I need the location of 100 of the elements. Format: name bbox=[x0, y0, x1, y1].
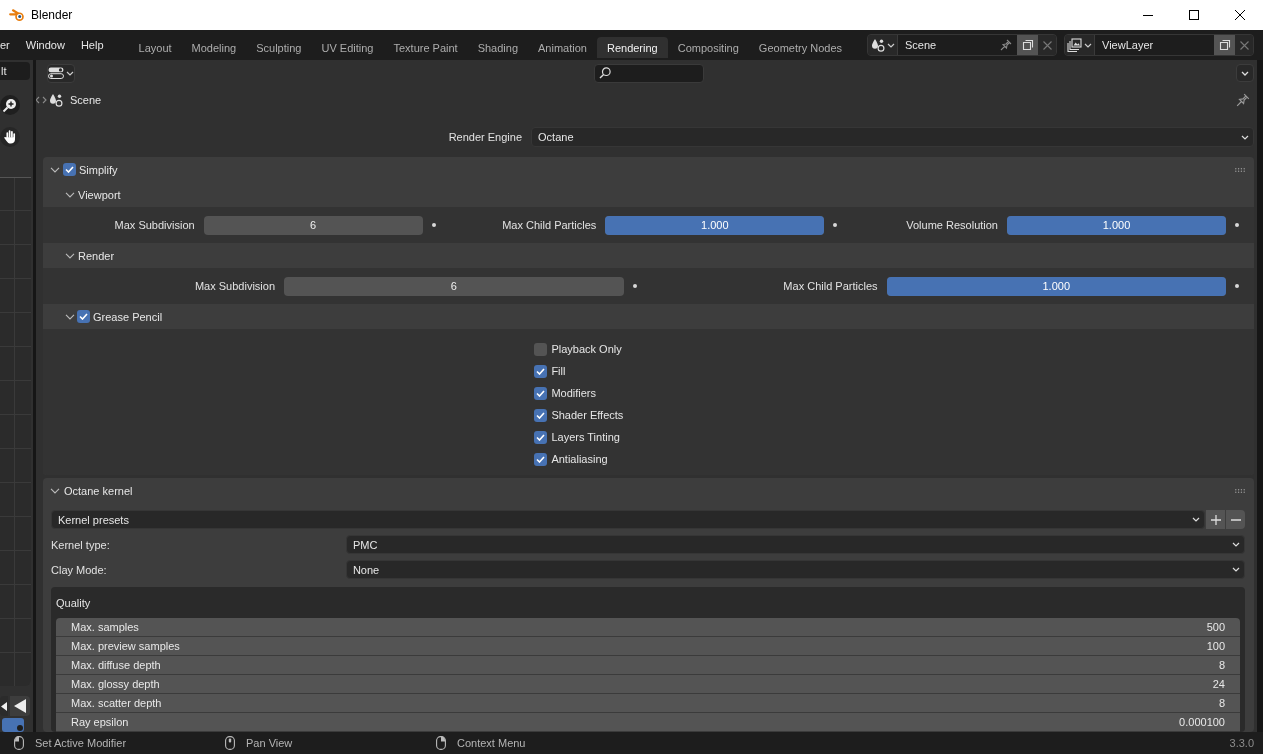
image-stack-icon bbox=[1067, 38, 1082, 52]
drag-handle-icon[interactable] bbox=[1235, 488, 1246, 493]
triangle-left-icon bbox=[14, 699, 26, 713]
mouse-middle-button-icon bbox=[225, 736, 235, 750]
checkbox-label[interactable]: Layers Tinting bbox=[551, 431, 620, 443]
checkbox[interactable] bbox=[77, 310, 90, 323]
view-layer-name-field[interactable]: ViewLayer bbox=[1095, 35, 1214, 55]
checkbox[interactable] bbox=[63, 163, 76, 176]
copy-button[interactable] bbox=[1017, 35, 1038, 55]
workspace-tab[interactable]: UV Editing bbox=[311, 37, 384, 58]
dropdown[interactable]: None bbox=[345, 560, 1245, 579]
search-icon bbox=[598, 67, 611, 79]
checkbox[interactable] bbox=[534, 430, 548, 444]
number-field[interactable]: Max. preview samples 100 bbox=[56, 637, 1240, 656]
dropdown-field[interactable]: lt bbox=[0, 62, 30, 80]
close-icon bbox=[1235, 10, 1245, 20]
status-hint: Set Active Modifier bbox=[35, 737, 127, 749]
add-preset-button[interactable] bbox=[1206, 510, 1225, 529]
checkbox-label[interactable]: Modifiers bbox=[551, 387, 596, 399]
workspace-tab[interactable]: Sculpting bbox=[246, 37, 312, 58]
minus-icon bbox=[1230, 518, 1241, 521]
drag-handle-icon[interactable] bbox=[1235, 167, 1246, 172]
scene-browse-button[interactable] bbox=[868, 35, 898, 55]
workspace-tab[interactable]: Shading bbox=[467, 37, 529, 58]
dropdown[interactable]: Octane bbox=[531, 127, 1254, 147]
caret-icon bbox=[1241, 134, 1249, 140]
field-label: Max. diffuse depth bbox=[71, 659, 161, 671]
caret-icon bbox=[1232, 542, 1240, 547]
dot-icon[interactable] bbox=[632, 284, 637, 288]
checkbox[interactable] bbox=[534, 386, 548, 400]
checkbox-label[interactable]: Playback Only bbox=[551, 343, 622, 355]
subpanel-header[interactable]: Render bbox=[43, 243, 1254, 268]
search-field[interactable] bbox=[593, 63, 704, 83]
number-field[interactable]: 6 bbox=[203, 215, 423, 235]
checkmark-icon bbox=[79, 313, 88, 320]
checkbox-label[interactable]: Shader Effects bbox=[551, 409, 624, 421]
copy-button[interactable] bbox=[1214, 35, 1235, 55]
menu-item[interactable]: Window bbox=[25, 39, 65, 51]
workspace-tab[interactable]: Compositing bbox=[667, 37, 749, 58]
field-label: Clay Mode: bbox=[51, 563, 108, 576]
workspace-tab[interactable]: Animation bbox=[528, 37, 597, 58]
checkbox[interactable] bbox=[534, 452, 548, 466]
panel-header[interactable]: Octane kernel bbox=[43, 478, 1254, 503]
pin-icon bbox=[1000, 39, 1012, 51]
field-label: Max. samples bbox=[71, 621, 139, 633]
pin-icon[interactable] bbox=[1236, 93, 1250, 107]
dot-icon[interactable] bbox=[833, 223, 838, 227]
toggle-pair-icon bbox=[48, 67, 64, 79]
checkmark-icon bbox=[536, 411, 546, 419]
caret-icon bbox=[66, 70, 74, 76]
remove-preset-button[interactable] bbox=[1226, 510, 1245, 529]
number-field[interactable]: Max. scatter depth 8 bbox=[56, 694, 1240, 713]
zoom-icon[interactable] bbox=[0, 95, 20, 115]
presets-menu[interactable]: Kernel presets bbox=[51, 510, 1205, 529]
workspace-tab[interactable]: Geometry Nodes bbox=[748, 37, 852, 58]
field-label: Kernel type: bbox=[51, 538, 111, 551]
subpanel-title: Grease Pencil bbox=[93, 310, 163, 323]
editor-type-button[interactable] bbox=[47, 63, 75, 83]
number-field[interactable]: Ray epsilon 0.000100 bbox=[56, 713, 1240, 732]
dot-icon[interactable] bbox=[431, 223, 436, 227]
hand-icon[interactable] bbox=[0, 127, 20, 147]
checkbox-label[interactable]: Fill bbox=[551, 365, 566, 377]
slider-field[interactable]: 1.000 bbox=[605, 215, 825, 235]
status-hint: Pan View bbox=[246, 737, 293, 749]
slider-field[interactable]: 1.000 bbox=[1007, 215, 1226, 235]
collapse-button[interactable] bbox=[1236, 64, 1254, 82]
arrow-button[interactable] bbox=[10, 696, 30, 716]
view-layer-browse-button[interactable] bbox=[1065, 35, 1095, 55]
panel-header[interactable]: Simplify bbox=[43, 157, 1254, 182]
menu-item[interactable]: er bbox=[0, 39, 10, 51]
field-label: Render Engine bbox=[447, 131, 524, 143]
workspace-tab[interactable]: Texture Paint bbox=[383, 37, 468, 58]
menu-item[interactable]: Help bbox=[80, 39, 104, 51]
subpanel-header[interactable]: Viewport bbox=[43, 182, 1254, 207]
scene-name-field[interactable]: Scene bbox=[898, 35, 1017, 55]
expand-arrows-icon[interactable] bbox=[36, 96, 47, 104]
field-label: Max Child Particles bbox=[501, 219, 598, 231]
checkbox-label[interactable]: Antialiasing bbox=[551, 453, 608, 465]
subpanel-header[interactable]: Grease Pencil bbox=[43, 304, 1254, 329]
checkmark-icon bbox=[536, 455, 546, 463]
workspace-tab[interactable]: Layout bbox=[128, 37, 182, 58]
number-field[interactable]: 6 bbox=[284, 276, 624, 296]
dot-icon[interactable] bbox=[1235, 284, 1239, 288]
scene-icon bbox=[870, 38, 885, 52]
workspace-tab[interactable]: Rendering bbox=[596, 37, 668, 58]
number-field[interactable]: Max. diffuse depth 8 bbox=[56, 656, 1240, 675]
workspace-tab[interactable]: Modeling bbox=[181, 37, 247, 58]
arrow-button[interactable] bbox=[0, 696, 8, 716]
number-field[interactable]: Max. samples 500 bbox=[56, 618, 1240, 637]
number-field[interactable]: Max. glossy depth 24 bbox=[56, 675, 1240, 694]
triangle-left-icon bbox=[1, 701, 7, 711]
checkbox[interactable] bbox=[534, 364, 548, 378]
checkbox[interactable] bbox=[534, 408, 548, 422]
version-label: 3.3.0 bbox=[1229, 737, 1254, 749]
slider-field[interactable]: 1.000 bbox=[886, 276, 1226, 296]
checkbox[interactable] bbox=[534, 342, 548, 356]
checkmark-icon bbox=[536, 389, 546, 397]
dot-icon[interactable] bbox=[1235, 223, 1239, 227]
dropdown[interactable]: PMC bbox=[345, 535, 1245, 554]
subpanel-title: Viewport bbox=[78, 188, 121, 201]
